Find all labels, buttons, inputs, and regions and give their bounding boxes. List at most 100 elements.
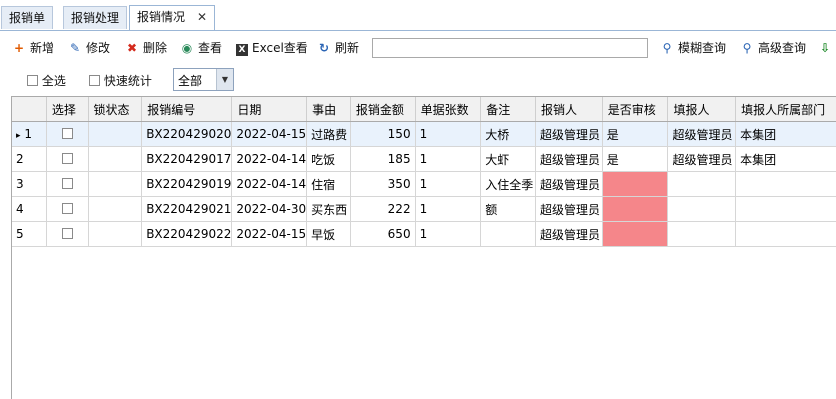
code-cell: BX220429019 [141,171,233,197]
row-number: 4 [12,196,47,222]
edit-label: 修改 [86,41,111,55]
column-header[interactable]: 填报人 [667,97,737,122]
fuzzy-search-icon: ⚲ [662,41,672,55]
amount-cell: 222 [350,196,416,222]
column-header[interactable]: 选择 [46,97,89,122]
column-header[interactable]: 是否审核 [602,97,669,122]
excel-view-button[interactable]: X Excel查看 [236,38,308,58]
select-all-checkbox[interactable]: 全选 [27,72,66,90]
row-index: 3 [16,177,24,191]
count-cell: 1 [415,121,482,147]
fuzzy-search-button[interactable]: ⚲ 模糊查询 [660,38,726,58]
reason-cell: 吃饭 [306,146,351,172]
checkbox-icon[interactable] [61,228,73,239]
amount-cell: 185 [350,146,416,172]
select-cell[interactable] [46,221,89,247]
date-cell: 2022-04-15 [231,121,308,147]
tab-label: 报销单 [9,11,46,25]
date-cell: 2022-04-15 [231,221,308,247]
date-cell: 2022-04-14 [231,146,308,172]
code-cell: BX220429017 [141,146,233,172]
filler-cell [667,196,737,222]
column-header[interactable]: 日期 [231,97,308,122]
approved-cell: 是 [602,121,669,147]
note-cell: 大桥 [480,121,537,147]
row-number: ▸ 1 [12,121,47,147]
checkbox-icon[interactable] [61,203,73,214]
date-cell: 2022-04-30 [231,196,308,222]
table-row[interactable]: 3 BX220429019 2022-04-14 住宿 350 1 入住全季 超… [12,171,836,197]
column-header[interactable]: 报销人 [535,97,603,122]
code-cell: BX220429022 [141,221,233,247]
tab-label: 报销处理 [71,11,120,25]
export-button[interactable]: ⇩ [818,38,836,58]
refresh-label: 刷新 [335,41,360,55]
expense-grid: 选择 锁状态 报销编号 日期 事由 报销金额 单据张数 备注 报销人 是否审核 … [11,96,836,399]
lock-status-cell [88,196,143,222]
column-header[interactable]: 锁状态 [88,97,143,122]
checkbox-icon[interactable] [61,128,73,139]
dept-cell: 本集团 [735,146,836,172]
edit-button[interactable]: ✎ 修改 [68,38,110,58]
download-icon: ⇩ [819,41,831,55]
add-label: 新增 [30,41,55,55]
refresh-button[interactable]: ↻ 刷新 [317,38,359,58]
view-button[interactable]: ◉ 查看 [180,38,222,58]
filter-row: 全选 快速统计 [0,66,836,94]
close-icon[interactable]: ✕ [197,10,207,24]
column-header[interactable]: 备注 [480,97,537,122]
chevron-down-icon[interactable]: ▼ [216,69,233,90]
tab-expense-status[interactable]: 报销情况 ✕ [129,5,216,30]
column-header[interactable]: 报销编号 [141,97,233,122]
table-row[interactable]: 2 BX220429017 2022-04-14 吃饭 185 1 大虾 超级管… [12,146,836,172]
filler-cell [667,171,737,197]
column-header[interactable]: 事由 [306,97,351,122]
table-row[interactable]: 5 BX220429022 2022-04-15 早饭 650 1 超级管理员 [12,221,836,247]
column-header[interactable]: 报销金额 [350,97,416,122]
select-cell[interactable] [46,146,89,172]
dept-cell [735,171,836,197]
dept-cell [735,196,836,222]
checkbox-icon[interactable] [61,153,73,164]
fuzzy-label: 模糊查询 [678,41,727,55]
search-input[interactable] [372,38,648,58]
advanced-search-button[interactable]: ⚲ 高级查询 [740,38,806,58]
filler-cell: 超级管理员 [667,121,737,147]
excel-label: Excel查看 [252,41,308,55]
table-row[interactable]: 4 BX220429021 2022-04-30 买东西 222 1 额 超级管… [12,196,836,222]
add-button[interactable]: + 新增 [12,38,54,58]
column-header[interactable]: 单据张数 [415,97,482,122]
scope-value: 全部 [178,74,203,88]
approved-cell-unapproved [602,196,669,222]
reason-cell: 买东西 [306,196,351,222]
checkbox-icon[interactable] [61,178,73,189]
row-index: 2 [16,152,24,166]
row-number: 2 [12,146,47,172]
count-cell: 1 [415,171,482,197]
select-all-label: 全选 [41,74,66,88]
quick-stats-checkbox[interactable]: 快速统计 [89,72,152,90]
tab-expense-processing[interactable]: 报销处理 [63,6,128,29]
note-cell [480,221,537,247]
lock-status-cell [88,121,143,147]
approved-cell-unapproved [602,171,669,197]
select-cell[interactable] [46,121,89,147]
dept-cell [735,221,836,247]
checkbox-icon [89,75,100,86]
delete-button[interactable]: ✖ 删除 [125,38,167,58]
select-cell[interactable] [46,196,89,222]
count-cell: 1 [415,221,482,247]
reason-cell: 早饭 [306,221,351,247]
table-row[interactable]: ▸ 1 BX220429020 2022-04-15 过路费 150 1 大桥 … [12,121,836,147]
refresh-icon: ↻ [318,41,330,55]
checkbox-icon [27,75,38,86]
scope-select[interactable]: 全部 ▼ [173,68,234,91]
tab-expense-form[interactable]: 报销单 [1,6,54,29]
dept-cell: 本集团 [735,121,836,147]
header-row: 选择 锁状态 报销编号 日期 事由 报销金额 单据张数 备注 报销人 是否审核 … [12,97,836,122]
note-cell: 大虾 [480,146,537,172]
excel-icon: X [236,44,248,56]
column-header[interactable]: 填报人所属部门 [735,97,836,122]
amount-cell: 650 [350,221,416,247]
select-cell[interactable] [46,171,89,197]
